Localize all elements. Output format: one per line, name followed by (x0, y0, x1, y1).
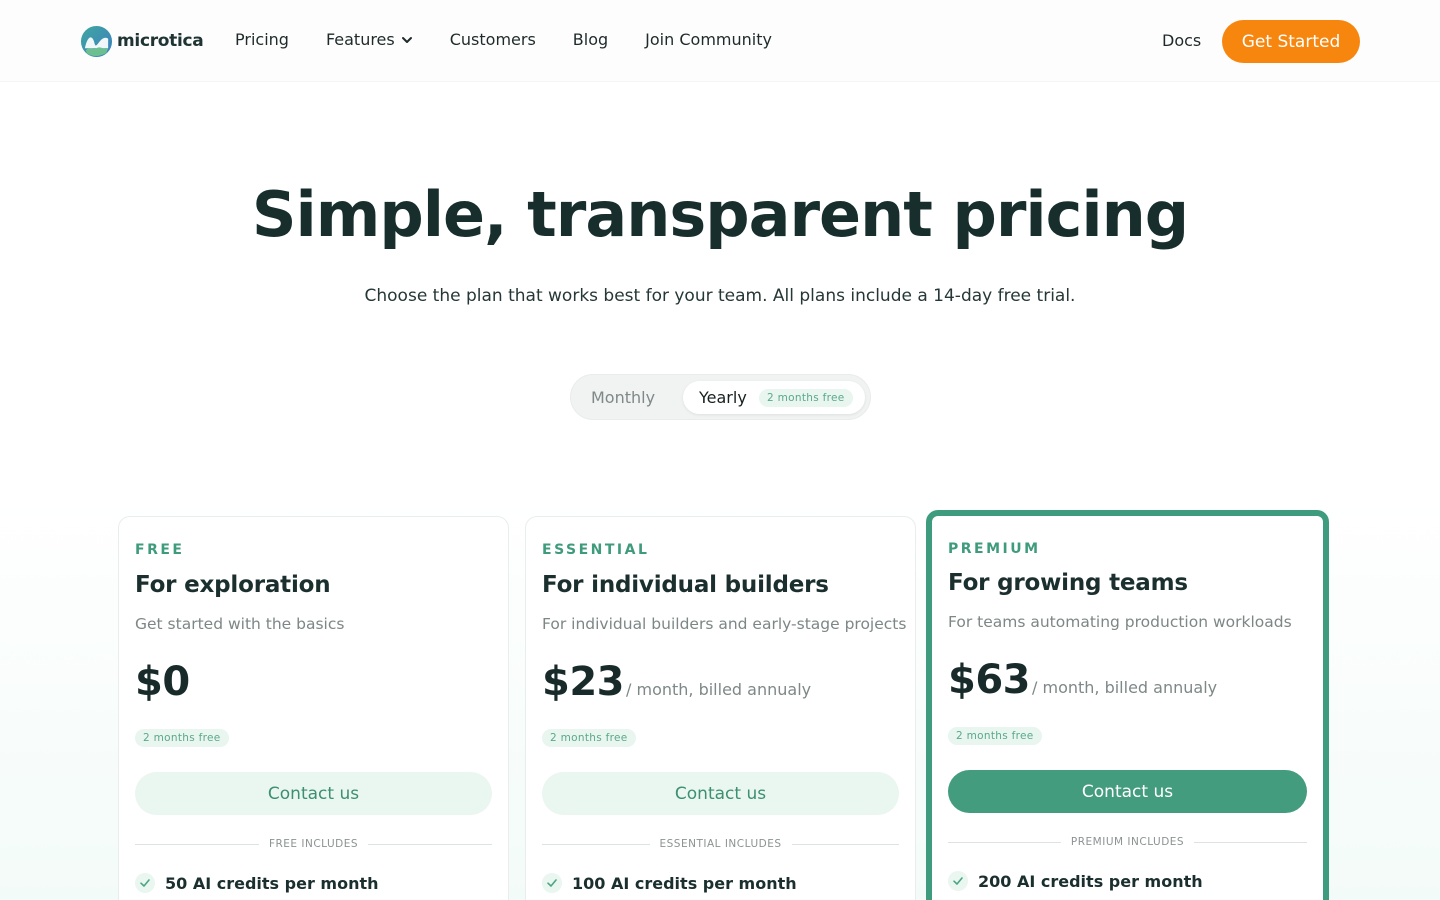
yearly-discount-badge: 2 months free (759, 389, 853, 407)
toggle-yearly-label: Yearly (699, 388, 747, 407)
contact-us-button[interactable]: Contact us (542, 772, 899, 815)
includes-divider: FREE INCLUDES (135, 837, 492, 851)
nav-link-pricing[interactable]: Pricing (235, 30, 289, 49)
includes-label: ESSENTIAL INCLUDES (659, 838, 782, 850)
top-navigation: microtica Pricing Features Customers Blo… (0, 0, 1440, 82)
page-title: Simple, transparent pricing (251, 178, 1189, 251)
plan-price-row: $23 / month, billed annualy (542, 659, 811, 705)
feature-text: 50 AI credits per month (165, 873, 379, 893)
chevron-down-icon (401, 36, 412, 43)
nav-link-features[interactable]: Features (326, 30, 413, 49)
plan-price: $23 (542, 659, 625, 705)
feature-text: 100 AI credits per month (572, 873, 797, 893)
feature-text: 200 AI credits per month (978, 871, 1203, 891)
contact-us-button[interactable]: Contact us (135, 772, 492, 815)
check-icon (948, 871, 968, 891)
billing-toggle: Monthly Yearly 2 months free (570, 374, 871, 420)
plan-tier: PREMIUM (948, 541, 1041, 557)
nav-link-blog[interactable]: Blog (573, 30, 608, 49)
includes-divider: PREMIUM INCLUDES (948, 835, 1307, 849)
plan-tagline: For individual builders (542, 572, 829, 598)
divider-line (948, 841, 1061, 843)
get-started-button[interactable]: Get Started (1222, 20, 1360, 63)
contact-us-button[interactable]: Contact us (948, 770, 1307, 813)
plan-discount-badge: 2 months free (135, 729, 229, 747)
includes-label: PREMIUM INCLUDES (1070, 836, 1185, 848)
plan-description: Get started with the basics (135, 615, 345, 633)
plan-card-free: FREE For exploration Get started with th… (118, 516, 509, 900)
plan-period: / month, billed annualy (1032, 678, 1218, 697)
toggle-yearly[interactable]: Yearly 2 months free (683, 381, 865, 414)
page-subtitle: Choose the plan that works best for your… (364, 286, 1076, 306)
check-icon (135, 873, 155, 893)
plan-tagline: For growing teams (948, 570, 1188, 596)
plan-price: $0 (135, 659, 190, 705)
nav-link-docs[interactable]: Docs (1162, 31, 1201, 50)
nav-link-features-label: Features (325, 30, 395, 49)
plan-card-essential: ESSENTIAL For individual builders For in… (525, 516, 916, 900)
plan-price-row: $0 (135, 659, 192, 705)
plan-discount-badge: 2 months free (542, 729, 636, 747)
feature-item: 50 AI credits per month (135, 873, 379, 893)
plan-description: For individual builders and early-stage … (542, 615, 907, 633)
microtica-logo-icon (80, 25, 113, 57)
plan-card-premium: PREMIUM For growing teams For teams auto… (926, 510, 1329, 900)
toggle-monthly[interactable]: Monthly (591, 388, 655, 407)
logo-text: microtica (117, 31, 204, 51)
feature-item: 100 AI credits per month (542, 873, 797, 893)
nav-link-customers[interactable]: Customers (450, 30, 536, 49)
plan-price: $63 (948, 657, 1031, 703)
feature-item: 200 AI credits per month (948, 871, 1203, 891)
plan-tier: ESSENTIAL (542, 542, 650, 558)
includes-divider: ESSENTIAL INCLUDES (542, 837, 900, 851)
divider-line (1194, 841, 1307, 843)
divider-line (135, 843, 259, 845)
plan-tier: FREE (135, 542, 185, 558)
plan-price-row: $63 / month, billed annualy (948, 657, 1217, 703)
nav-links: Pricing Features Customers Blog Join Com… (235, 30, 809, 49)
includes-label: FREE INCLUDES (268, 838, 359, 850)
plan-period: / month, billed annualy (626, 680, 812, 699)
plan-discount-badge: 2 months free (948, 727, 1042, 745)
divider-line (542, 843, 650, 845)
logo[interactable]: microtica (80, 24, 204, 58)
divider-line (791, 843, 900, 845)
plan-description: For teams automating production workload… (948, 613, 1292, 631)
plan-tagline: For exploration (135, 572, 331, 598)
divider-line (368, 843, 492, 845)
nav-link-join-community[interactable]: Join Community (645, 30, 772, 49)
check-icon (542, 873, 562, 893)
